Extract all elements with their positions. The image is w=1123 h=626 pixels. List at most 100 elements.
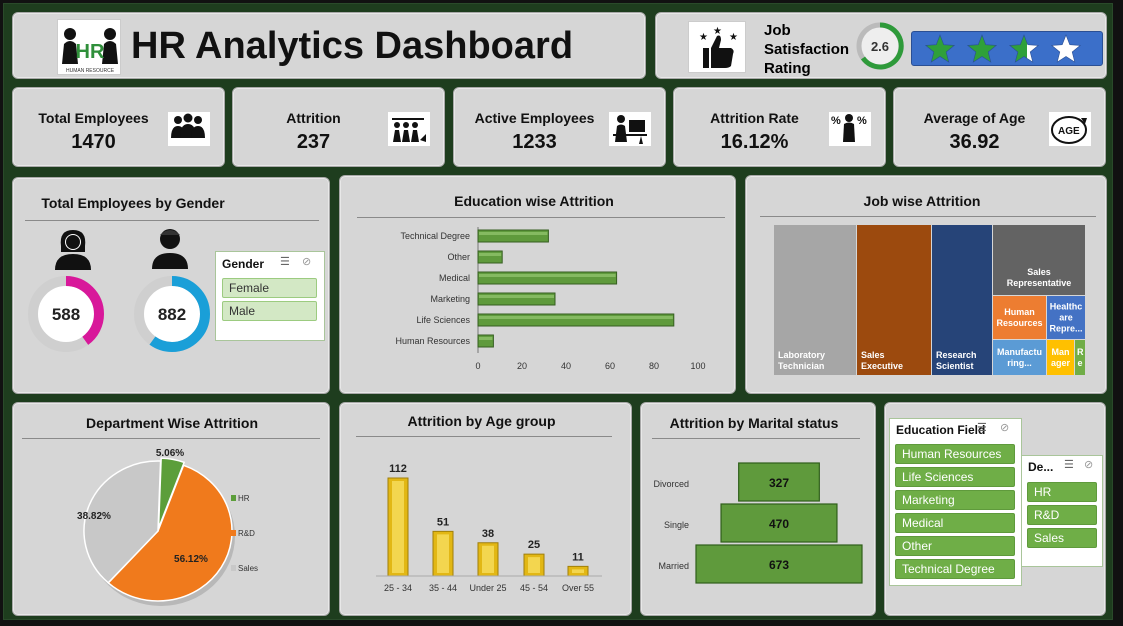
rating-star	[1050, 34, 1082, 63]
department-slicer-item[interactable]: HR	[1027, 482, 1097, 502]
y-tick-label: Married	[658, 561, 689, 571]
rating-label-line1: Job	[764, 22, 791, 39]
education-slicer-item[interactable]: Medical	[895, 513, 1015, 533]
clear-filter-icon[interactable]: ⊘	[1000, 421, 1009, 434]
person-at-desk-icon	[609, 112, 651, 146]
age-attrition-card: Attrition by Age group 112 25 - 34 51 35 - …	[339, 402, 632, 616]
hr-logo: HR HUMAN RESOURCE	[57, 19, 121, 75]
female-icon	[55, 230, 91, 270]
treemap-cell[interactable]: Laboratory Technician	[774, 225, 856, 375]
legend-swatch	[231, 565, 236, 571]
kpi-value: 237	[296, 131, 331, 153]
multiselect-icon[interactable]: ☰	[1064, 458, 1074, 471]
rating-value: 2.6	[871, 39, 889, 54]
x-tick-label: Under 25	[469, 583, 506, 593]
education-slicer-item[interactable]: Life Sciences	[895, 467, 1015, 487]
department-slicer-title: De...	[1028, 460, 1054, 474]
stars-icon	[924, 34, 1082, 63]
y-tick-label: Marketing	[430, 294, 470, 304]
pie-value-label: 56.12%	[174, 554, 208, 565]
bar	[477, 313, 675, 327]
treemap-cell[interactable]: Human Resources	[993, 296, 1046, 339]
treemap-label: Healthc are Repre...	[1049, 301, 1083, 333]
person-percent-icon: %%	[829, 112, 871, 146]
male-donut: 882	[134, 276, 210, 352]
education-slicer-item[interactable]: Marketing	[895, 490, 1015, 510]
kpi-label: Attrition Rate	[710, 110, 799, 126]
treemap-cell[interactable]: Manufactu ring...	[993, 340, 1046, 375]
age-attrition-title: Attrition by Age group	[407, 413, 556, 429]
education-slicer-title: Education Field	[896, 423, 986, 437]
department-attrition-pie: 5.06% 56.12% 38.82% HR R&D Sales	[77, 448, 258, 606]
treemap-label: Sales Executive	[861, 350, 904, 371]
y-tick-label: Technical Degree	[400, 231, 470, 241]
treemap-cell[interactable]: Man ager	[1047, 340, 1074, 375]
svg-text:★: ★	[699, 32, 708, 43]
svg-text:%: %	[831, 115, 841, 127]
kpi-label: Total Employees	[38, 110, 149, 126]
treemap-label: Sales Representative	[1006, 267, 1072, 288]
rating-card: ★ ★ ★ Job Satisfaction Rating 2.6	[655, 12, 1107, 79]
male-count: 882	[158, 305, 186, 324]
department-attrition-card: Department Wise Attrition 5.06% 56.12% 38.…	[12, 402, 330, 616]
thumbs-stars-icon: ★ ★ ★	[688, 21, 746, 73]
bar-highlight	[437, 534, 449, 573]
education-slicer-item[interactable]: Other	[895, 536, 1015, 556]
treemap-cell[interactable]: Sales Executive	[857, 225, 931, 375]
kpi-value: 36.92	[949, 131, 1000, 153]
bar-value-label: 470	[769, 517, 789, 531]
gender-slicer-item[interactable]: Male	[222, 301, 317, 321]
treemap-cell[interactable]: Healthc are Repre...	[1047, 296, 1085, 339]
x-tick-label: 60	[605, 361, 615, 371]
education-attrition-card: Education wise Attrition Technical Degre…	[339, 175, 736, 394]
job-attrition-title: Job wise Attrition	[863, 193, 981, 209]
x-tick-label: 40	[561, 361, 571, 371]
female-donut: 588	[28, 276, 104, 352]
logo-subtext: HUMAN RESOURCE	[66, 68, 115, 74]
y-tick-label: Medical	[439, 273, 470, 283]
x-tick-label: 35 - 44	[429, 583, 457, 593]
multiselect-icon[interactable]: ☰	[280, 255, 290, 268]
bar-value-label: 112	[389, 463, 407, 475]
rating-star	[1008, 34, 1040, 63]
bar-highlight	[482, 545, 494, 573]
gender-slicer-item[interactable]: Female	[222, 278, 317, 298]
department-slicer-item[interactable]: R&D	[1027, 505, 1097, 525]
education-attrition-chart: Technical Degree Other Medical Marketing Lif…	[395, 227, 706, 371]
job-attrition-treemap: Laboratory Technician Sales Executive Rese…	[774, 225, 1085, 375]
y-tick-label: Single	[664, 520, 689, 530]
treemap-cell[interactable]: Sales Representative	[993, 225, 1085, 295]
bar-value-label: 11	[572, 551, 584, 563]
x-tick-label: 0	[475, 361, 480, 371]
rating-label-line3: Rating	[764, 60, 811, 77]
pie-value-label: 38.82%	[77, 511, 111, 522]
treemap-label: Man ager	[1050, 346, 1070, 368]
gender-card: Total Employees by Gender 588 882 Gender…	[12, 177, 330, 394]
gender-slicer-title: Gender	[222, 257, 265, 271]
legend-swatch	[231, 495, 236, 501]
y-tick-label: Life Sciences	[416, 315, 470, 325]
clear-filter-icon[interactable]: ⊘	[1084, 458, 1093, 471]
bar	[477, 334, 494, 348]
bar-highlight	[479, 253, 502, 256]
bar	[477, 250, 503, 264]
kpi-card: Attrition 237	[232, 87, 445, 167]
marital-attrition-card: Attrition by Marital status 327 Divorced 4…	[640, 402, 876, 616]
bar-highlight	[392, 481, 404, 573]
department-slicer-item[interactable]: Sales	[1027, 528, 1097, 548]
kpi-card: Total Employees 1470	[12, 87, 225, 167]
education-slicer-item[interactable]: Technical Degree	[895, 559, 1015, 579]
kpi-card: Active Employees 1233	[453, 87, 666, 167]
multiselect-icon[interactable]: ☰	[977, 421, 987, 434]
female-count: 588	[52, 305, 80, 324]
education-slicer-item[interactable]: Human Resources	[895, 444, 1015, 464]
treemap-cell[interactable]: R e	[1075, 340, 1085, 375]
clear-filter-icon[interactable]: ⊘	[302, 255, 311, 268]
education-field-slicer: Education Field ☰ ⊘ Human Resources Life …	[889, 418, 1022, 586]
header-card: HR HUMAN RESOURCE HR Analytics Dashboard	[12, 12, 646, 79]
bar-highlight	[479, 274, 616, 277]
treemap-cell[interactable]: Research Scientist	[932, 225, 992, 375]
rating-star	[924, 34, 956, 63]
age-attrition-chart: 112 25 - 34 51 35 - 44 38 Under 25 25 45 - 54 11…	[376, 463, 602, 593]
rating-label-line2: Satisfaction	[764, 41, 850, 58]
